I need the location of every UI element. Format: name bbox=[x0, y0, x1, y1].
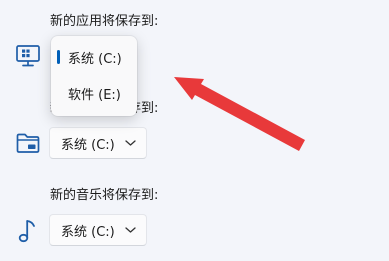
monitor-icon bbox=[15, 43, 41, 69]
drive-option-label: 软件 (E:) bbox=[68, 87, 121, 103]
drive-option-label: 系统 (C:) bbox=[68, 51, 122, 67]
chevron-down-icon bbox=[125, 140, 136, 146]
drive-option-e[interactable]: 软件 (E:) bbox=[51, 78, 137, 108]
music-drive-value: 系统 (C:) bbox=[61, 224, 115, 240]
drive-option-c[interactable]: 系统 (C:) bbox=[51, 42, 137, 72]
music-note-icon bbox=[15, 218, 41, 244]
folder-icon bbox=[15, 130, 41, 156]
documents-drive-dropdown[interactable]: 系统 (C:) bbox=[49, 127, 147, 159]
apps-drive-dropdown-menu: 系统 (C:) 软件 (E:) bbox=[51, 36, 137, 116]
chevron-down-icon bbox=[125, 227, 136, 233]
documents-drive-value: 系统 (C:) bbox=[61, 137, 115, 153]
music-save-location-label: 新的音乐将保存到: bbox=[50, 188, 159, 203]
music-drive-dropdown[interactable]: 系统 (C:) bbox=[49, 214, 147, 246]
selection-indicator bbox=[57, 50, 60, 64]
apps-save-location-label: 新的应用将保存到: bbox=[50, 14, 159, 29]
